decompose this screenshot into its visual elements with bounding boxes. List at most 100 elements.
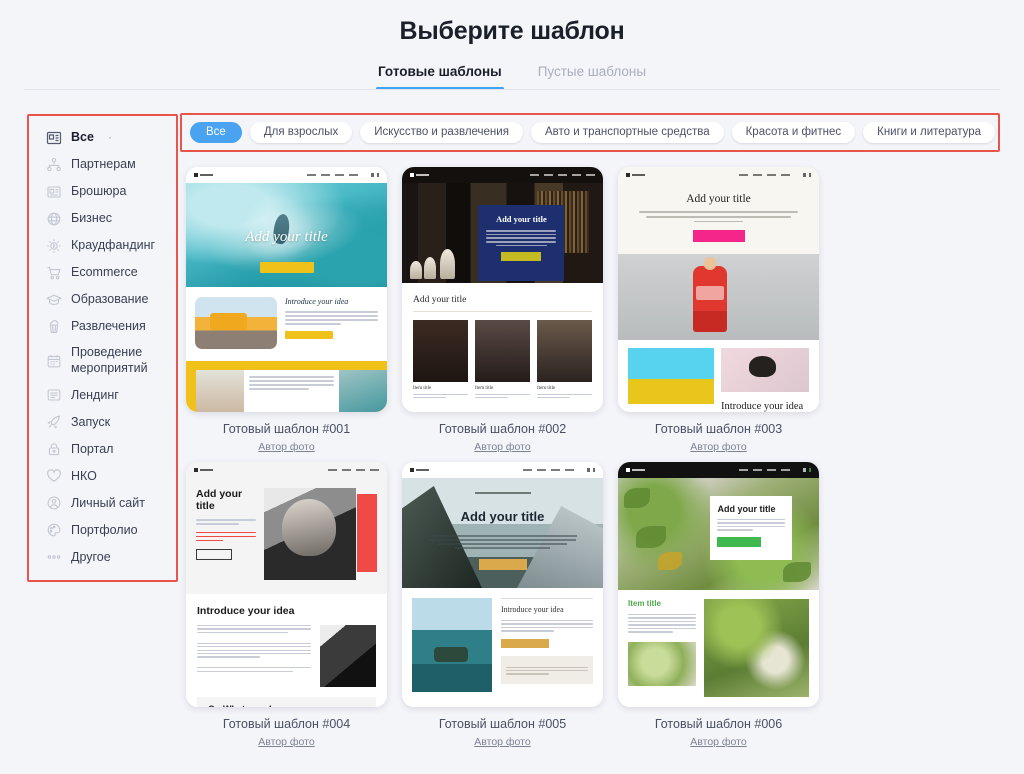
- tab-blank-templates[interactable]: Пустые шаблоны: [538, 64, 646, 90]
- sidebar-item-label: Лендинг: [71, 387, 119, 402]
- preview-hero: Add your title: [618, 183, 819, 255]
- sidebar-item-brochure[interactable]: Брошюра: [29, 178, 176, 205]
- leaf-figure: [783, 562, 811, 582]
- sidebar-item-label: Портал: [71, 441, 114, 456]
- template-preview-005[interactable]: Add your title Introduce your idea: [402, 462, 603, 707]
- person-figure: [693, 266, 728, 333]
- page-title: Выберите шаблон: [399, 17, 625, 45]
- placeholder-lines: [501, 620, 593, 632]
- template-title: Готовый шаблон #002: [438, 422, 567, 436]
- preview-section-heading: Introduce your idea: [721, 401, 804, 412]
- chip-beauty-fitness[interactable]: Красота и фитнес: [731, 122, 856, 143]
- placeholder-lines: [628, 614, 696, 633]
- template-card: Add your title Introduce your idea Готов…: [186, 167, 387, 453]
- template-preview-006[interactable]: Add your title Item title: [618, 462, 819, 707]
- sidebar-item-crowdfunding[interactable]: Краудфандинг: [29, 232, 176, 259]
- mini-social-icons: [803, 468, 811, 472]
- mini-logo-icon: [626, 468, 645, 472]
- photo-author-link[interactable]: Автор фото: [186, 441, 387, 453]
- preview-person: Item title: [475, 320, 530, 400]
- preview-hero-panel: Add your title: [478, 205, 565, 281]
- placeholder-lines: [506, 666, 588, 675]
- placeholder-lines: [285, 311, 378, 325]
- sidebar-item-other[interactable]: Другое: [29, 543, 176, 570]
- mini-site-nav: [186, 462, 387, 478]
- chip-auto-vehicles[interactable]: Авто и транспортные средства: [530, 122, 724, 143]
- preview-cta-button: [717, 536, 762, 547]
- preview-quote-box: [501, 655, 593, 684]
- preview-person-name: Item title: [537, 386, 556, 391]
- chip-arts-entertainment[interactable]: Искусство и развлечения: [360, 122, 523, 143]
- placeholder-lines: [249, 376, 334, 390]
- template-preview-003[interactable]: Add your title Introduce your idea: [618, 167, 819, 412]
- sidebar-item-ecommerce[interactable]: Ecommerce: [29, 259, 176, 286]
- template-title: Готовый шаблон #001: [222, 422, 351, 436]
- photo-author-link[interactable]: Автор фото: [618, 441, 819, 453]
- photo-author-link[interactable]: Автор фото: [402, 736, 603, 748]
- template-preview-001[interactable]: Add your title Introduce your idea: [186, 167, 387, 412]
- category-sidebar: Все · Партнерам Брошюра Бизнес Краудфанд…: [27, 114, 178, 583]
- preview-photo-portrait: [264, 488, 356, 580]
- mini-nav-links: [739, 469, 790, 471]
- preview-person-name: Item title: [413, 386, 432, 391]
- preview-person: Item title: [413, 320, 468, 400]
- mini-logo-icon: [194, 468, 213, 472]
- preview-photo-hoodie: [618, 254, 819, 341]
- sidebar-item-business[interactable]: Бизнес: [29, 205, 176, 232]
- template-card: Add your title Introduce your idea Готов…: [402, 462, 603, 748]
- popcorn-icon: [45, 318, 62, 335]
- mini-site-nav: [618, 462, 819, 478]
- sidebar-item-label: Все: [71, 130, 94, 145]
- mini-nav-links: [739, 174, 790, 176]
- preview-hero: Add your title: [186, 478, 387, 594]
- tab-ready-templates[interactable]: Готовые шаблоны: [375, 64, 504, 90]
- sidebar-item-partners[interactable]: Партнерам: [29, 151, 176, 178]
- template-preview-004[interactable]: Add your title Introduce your idea: [186, 462, 387, 707]
- divider: [501, 598, 593, 599]
- chip-adults[interactable]: Для взрослых: [249, 122, 353, 143]
- sidebar-item-entertainment[interactable]: Развлечения: [29, 313, 176, 340]
- palette-icon: [45, 521, 62, 538]
- preview-hero-heading: Add your title: [717, 504, 776, 514]
- photo-author-link[interactable]: Автор фото: [186, 736, 387, 748]
- mini-nav-links: [530, 174, 595, 176]
- preview-section-heading: Introduce your idea: [197, 605, 295, 617]
- shopping-cart-icon: [45, 264, 62, 281]
- preview-photo-van: [195, 297, 277, 349]
- preview-hero: Add your title: [186, 183, 387, 287]
- preview-cta-button: [501, 252, 542, 262]
- template-card: Add your title Add your title Item title…: [402, 167, 603, 453]
- preview-people-row: Item title Item title Item title: [413, 320, 592, 400]
- preview-photo-wave: [339, 370, 387, 412]
- mini-nav-links: [328, 469, 379, 471]
- preview-cta-button: [692, 230, 745, 243]
- template-preview-002[interactable]: Add your title Add your title Item title…: [402, 167, 603, 412]
- preview-photo-person: [537, 320, 592, 382]
- chip-books-literature[interactable]: Книги и литература: [863, 122, 996, 143]
- sidebar-item-portfolio[interactable]: Портфолио: [29, 516, 176, 543]
- sidebar-item-all[interactable]: Все ·: [29, 124, 176, 151]
- template-card: Add your title Introduce your idea Готов…: [618, 167, 819, 453]
- sidebar-item-personal-site[interactable]: Личный сайт: [29, 489, 176, 516]
- photo-author-link[interactable]: Автор фото: [402, 441, 603, 453]
- preview-section: Introduce your idea Q: What people are: [186, 594, 387, 707]
- preview-person-name: Item title: [475, 386, 494, 391]
- preview-hero-heading: Add your title: [245, 228, 328, 245]
- sidebar-item-education[interactable]: Образование: [29, 286, 176, 313]
- leaf-figure: [624, 488, 650, 508]
- sidebar-item-portal[interactable]: Портал: [29, 435, 176, 462]
- preview-hero: Add your title: [402, 478, 603, 588]
- quote-mark: Q:: [208, 704, 218, 707]
- sidebar-item-nonprofit[interactable]: НКО: [29, 462, 176, 489]
- sidebar-item-landing[interactable]: Лендинг: [29, 381, 176, 408]
- preview-text-block: Introduce your idea: [501, 598, 593, 692]
- chip-all[interactable]: Все: [190, 122, 242, 143]
- sidebar-item-launch[interactable]: Запуск: [29, 408, 176, 435]
- preview-section-heading: Introduce your idea: [285, 297, 349, 306]
- preview-right-column: Introduce your idea: [721, 348, 809, 412]
- photo-author-link[interactable]: Автор фото: [618, 736, 819, 748]
- preview-photo-lake: [412, 598, 492, 692]
- content-area: Все · Партнерам Брошюра Бизнес Краудфанд…: [0, 108, 1024, 774]
- sidebar-item-events[interactable]: Проведение мероприятий: [29, 340, 176, 381]
- preview-photo-portrait-2: [320, 625, 376, 687]
